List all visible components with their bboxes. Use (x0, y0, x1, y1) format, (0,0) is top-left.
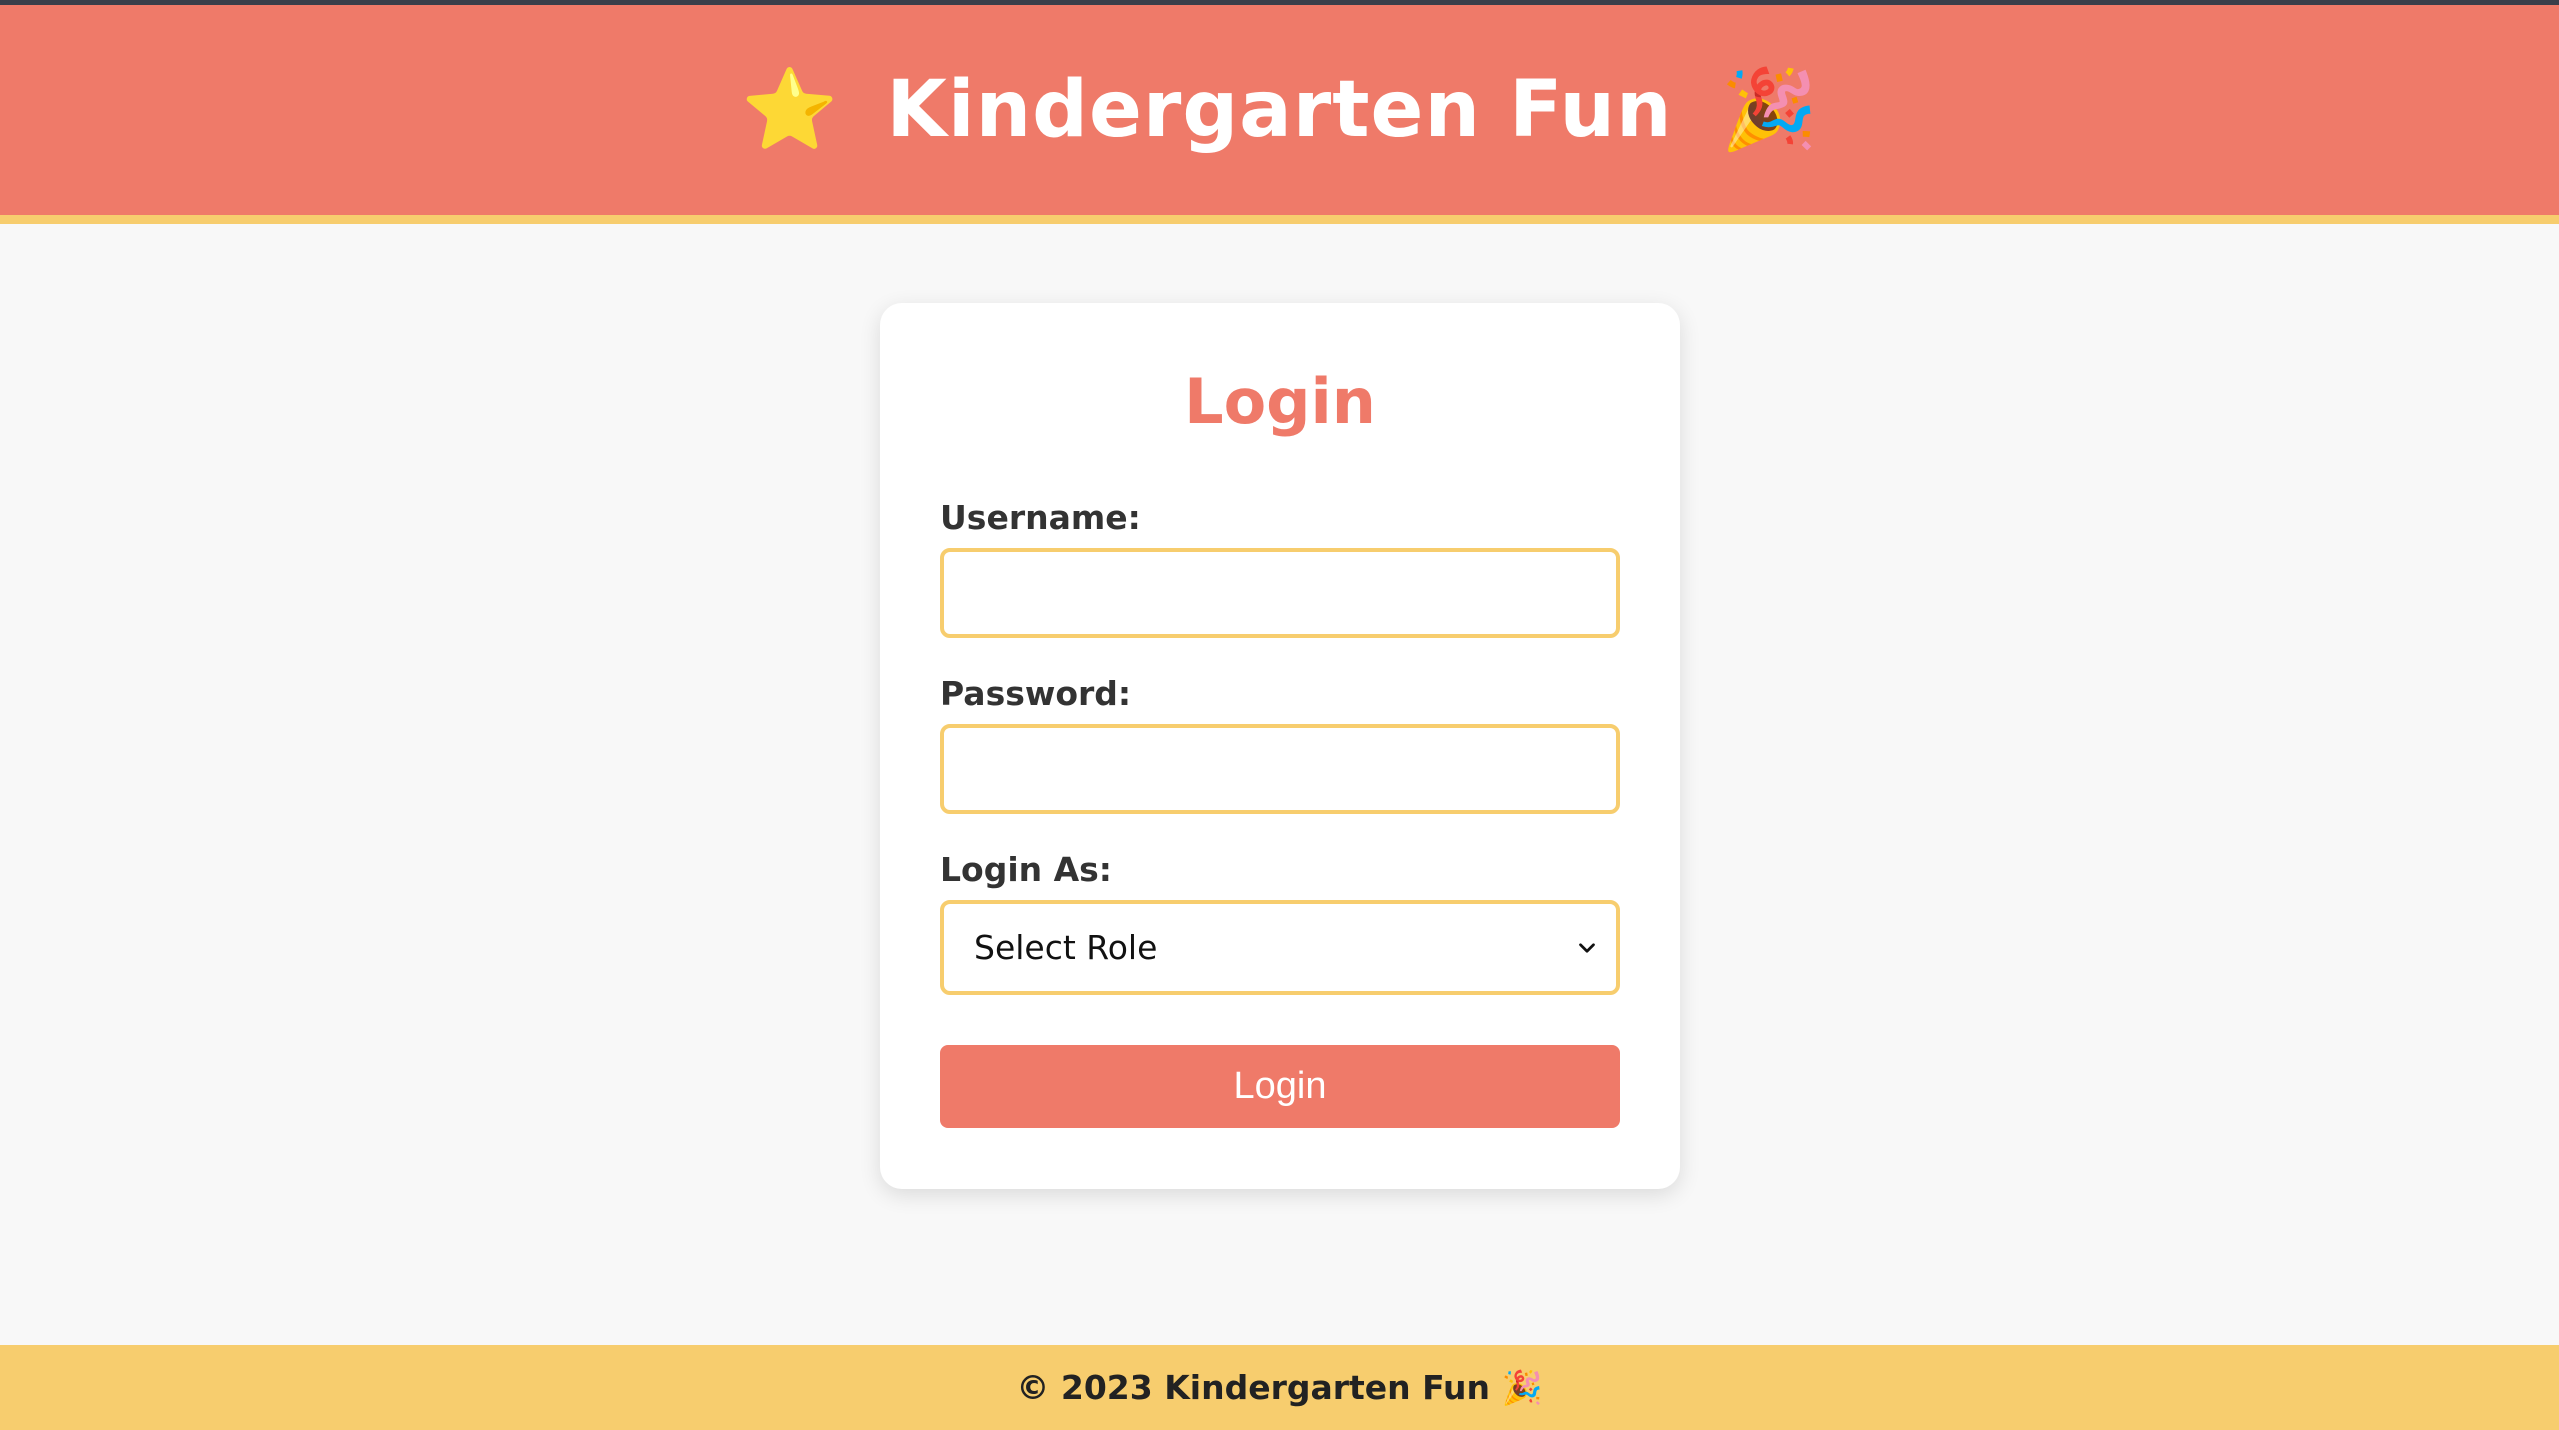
login-title: Login (1184, 365, 1376, 438)
username-input[interactable] (940, 548, 1620, 638)
role-label: Login As: (940, 850, 1112, 889)
site-header: ⭐ Kindergarten Fun 🎉 (0, 5, 2559, 224)
chevron-down-icon (1579, 942, 1595, 953)
login-button[interactable]: Login (940, 1045, 1620, 1128)
site-footer: © 2023 Kindergarten Fun 🎉 (0, 1345, 2559, 1430)
role-select[interactable]: Select Role (940, 900, 1620, 995)
header-title-row: ⭐ Kindergarten Fun 🎉 (741, 65, 1817, 155)
username-label: Username: (940, 498, 1141, 537)
party-popper-icon: 🎉 (1720, 65, 1818, 155)
login-card: Login Username: Password: Login As: Sele… (880, 303, 1680, 1189)
star-icon: ⭐ (741, 65, 839, 155)
role-select-value: Select Role (974, 928, 1158, 967)
footer-text: © 2023 Kindergarten Fun 🎉 (1016, 1367, 1543, 1407)
password-input[interactable] (940, 724, 1620, 814)
site-title: Kindergarten Fun (886, 65, 1673, 155)
password-label: Password: (940, 674, 1132, 713)
